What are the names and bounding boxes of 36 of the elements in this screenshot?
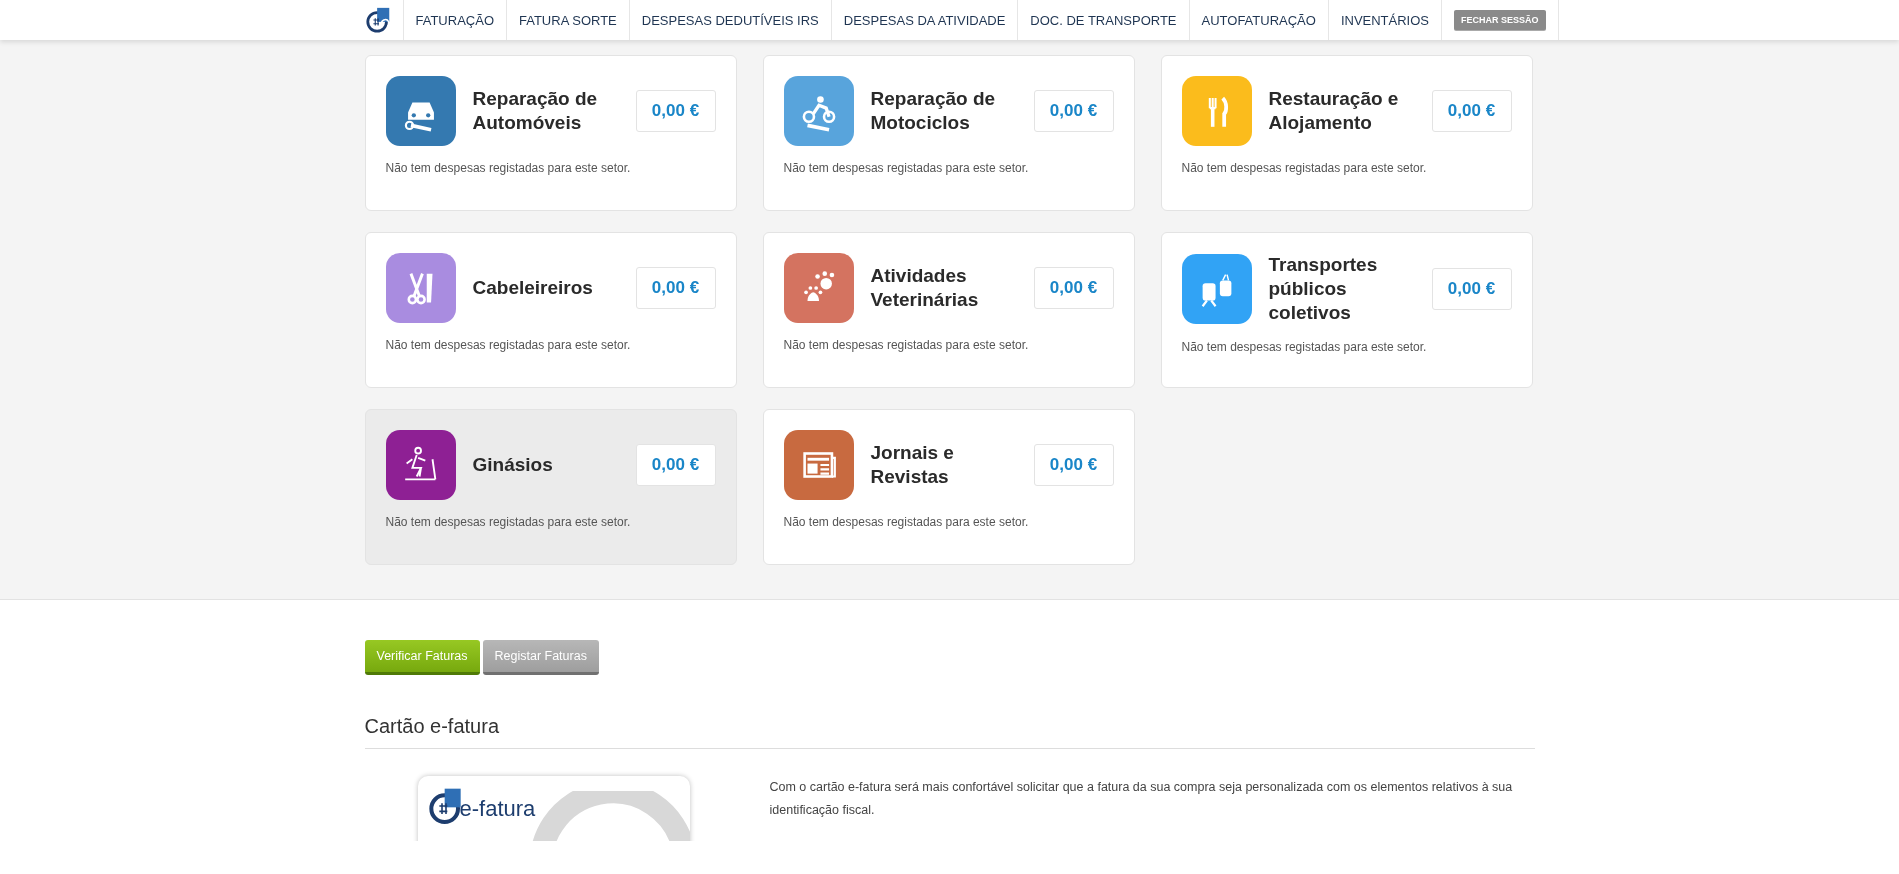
sector-title: Reparação de Motociclos: [870, 87, 997, 135]
amount-badge: 0,00 €: [1033, 90, 1114, 132]
sector-message: Não tem despesas registadas para este setor.: [385, 515, 632, 529]
sector-card[interactable]: Jornais e Revistas 0,00 € Não tem despesas registadas para este setor.: [762, 409, 1135, 565]
amount-badge: 0,00 €: [1431, 90, 1512, 132]
amount-badge: 0,00 €: [1033, 444, 1114, 486]
sector-title: Cabeleireiros: [472, 276, 594, 300]
sector-title: Reparação de Automóveis: [472, 87, 599, 135]
sector-card[interactable]: Transportes públicos coletivos 0,00 € Não tem despesas registadas para este setor.: [1160, 232, 1533, 388]
section-heading: Cartão e-fatura: [364, 715, 1535, 749]
card-description: Com o cartão e-fatura será mais confortável solicitar que a fatura da sua compra seja personalizada com os elementos relativos à sua identificação fiscal.: [769, 779, 1514, 819]
sector-message: Não tem despesas registadas para este setor.: [783, 161, 1030, 175]
amount-badge: 0,00 €: [635, 267, 716, 309]
sector-message: Não tem despesas registadas para este setor.: [1181, 161, 1428, 175]
amount-badge: 0,00 €: [635, 444, 716, 486]
sector-title: Transportes públicos coletivos: [1268, 253, 1379, 325]
amount-badge: 0,00 €: [635, 90, 716, 132]
amount-badge: 0,00 €: [1033, 267, 1114, 309]
sector-card[interactable]: Restauração e Alojamento 0,00 € Não tem despesas registadas para este setor.: [1160, 55, 1533, 211]
sector-title: Jornais e Revistas: [870, 441, 955, 489]
sector-message: Não tem despesas registadas para este setor.: [1181, 340, 1428, 354]
sector-message: Não tem despesas registadas para este setor.: [783, 338, 1030, 352]
sector-title: Restauração e Alojamento: [1268, 87, 1400, 135]
sector-message: Não tem despesas registadas para este setor.: [783, 515, 1030, 529]
sector-card[interactable]: Atividades Veterinárias 0,00 € Não tem despesas registadas para este setor.: [762, 232, 1135, 388]
sector-card[interactable]: Reparação de Automóveis 0,00 € Não tem despesas registadas para este setor.: [364, 55, 737, 211]
sector-card[interactable]: Cabeleireiros 0,00 € Não tem despesas registadas para este setor.: [364, 232, 737, 388]
card-logo-text: e-fatura: [459, 796, 536, 822]
amount-badge: 0,00 €: [1431, 268, 1512, 310]
site-logo-icon[interactable]: [364, 0, 404, 40]
sector-card[interactable]: Ginásios 0,00 € Não tem despesas registadas para este setor.: [364, 409, 737, 565]
sector-title: Ginásios: [472, 453, 554, 477]
sector-card[interactable]: Reparação de Motociclos 0,00 € Não tem despesas registadas para este setor.: [762, 55, 1135, 211]
sector-message: Não tem despesas registadas para este setor.: [385, 338, 632, 352]
sector-title: Atividades Veterinárias: [870, 264, 980, 312]
sector-message: Não tem despesas registadas para este setor.: [385, 161, 632, 175]
